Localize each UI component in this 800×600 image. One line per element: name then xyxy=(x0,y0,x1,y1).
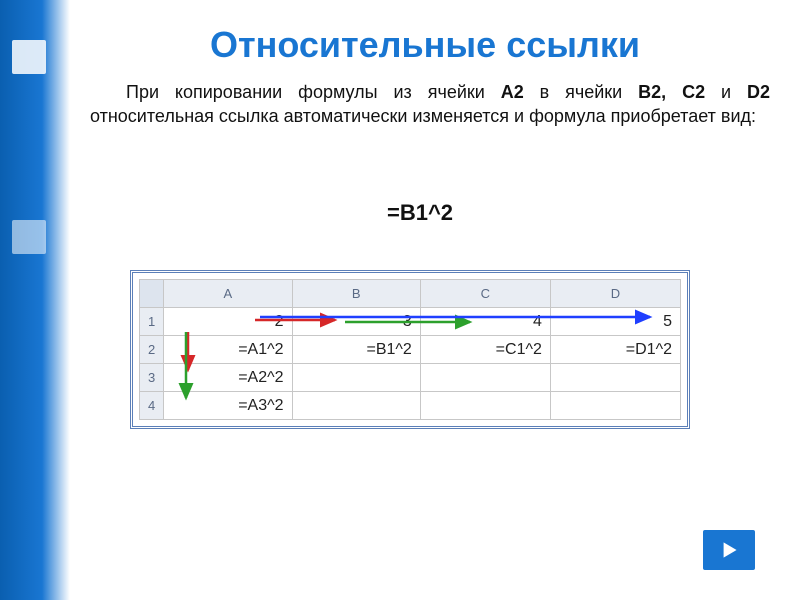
table-row: 2 =A1^2 =B1^2 =C1^2 =D1^2 xyxy=(140,336,681,364)
body-paragraph: При копировании формулы из ячейки А2 в я… xyxy=(90,80,770,129)
slide: Относительные ссылки При копировании фор… xyxy=(0,0,800,600)
decor-square xyxy=(12,220,46,254)
cell: =D1^2 xyxy=(550,336,680,364)
cell: =A3^2 xyxy=(164,392,292,420)
col-header: C xyxy=(420,280,550,308)
cell: =C1^2 xyxy=(420,336,550,364)
header-row: A B C D xyxy=(140,280,681,308)
row-header: 3 xyxy=(140,364,164,392)
para-bold: D2 xyxy=(747,82,770,102)
table-row: 1 2 3 4 5 xyxy=(140,308,681,336)
cell xyxy=(420,364,550,392)
spreadsheet-frame: A B C D 1 2 3 4 5 2 =A1^2 =B1^2 =C1^2 =D… xyxy=(130,270,690,429)
col-header: B xyxy=(292,280,420,308)
cell: 5 xyxy=(550,308,680,336)
cell xyxy=(420,392,550,420)
para-text: в ячейки xyxy=(540,82,639,102)
cell xyxy=(292,364,420,392)
para-bold: B2, С2 xyxy=(638,82,705,102)
cell: 2 xyxy=(164,308,292,336)
row-header: 2 xyxy=(140,336,164,364)
cell: =A2^2 xyxy=(164,364,292,392)
col-header: D xyxy=(550,280,680,308)
row-header: 1 xyxy=(140,308,164,336)
sidebar-decor xyxy=(0,0,70,600)
row-header: 4 xyxy=(140,392,164,420)
para-text: При копировании формулы из ячейки xyxy=(126,82,501,102)
play-icon xyxy=(716,537,742,563)
cell: 4 xyxy=(420,308,550,336)
table-row: 3 =A2^2 xyxy=(140,364,681,392)
cell xyxy=(292,392,420,420)
table-row: 4 =A3^2 xyxy=(140,392,681,420)
para-text: и xyxy=(721,82,747,102)
cell xyxy=(550,392,680,420)
formula-overlay: =B1^2 xyxy=(70,200,770,226)
para-text: относительная ссылка автоматически измен… xyxy=(90,106,756,126)
spreadsheet-table: A B C D 1 2 3 4 5 2 =A1^2 =B1^2 =C1^2 =D… xyxy=(139,279,681,420)
page-title: Относительные ссылки xyxy=(70,24,780,66)
para-bold: А2 xyxy=(501,82,524,102)
corner-cell xyxy=(140,280,164,308)
decor-square xyxy=(12,40,46,74)
cell xyxy=(550,364,680,392)
next-button[interactable] xyxy=(703,530,755,570)
cell: 3 xyxy=(292,308,420,336)
cell: =A1^2 xyxy=(164,336,292,364)
col-header: A xyxy=(164,280,292,308)
cell: =B1^2 xyxy=(292,336,420,364)
